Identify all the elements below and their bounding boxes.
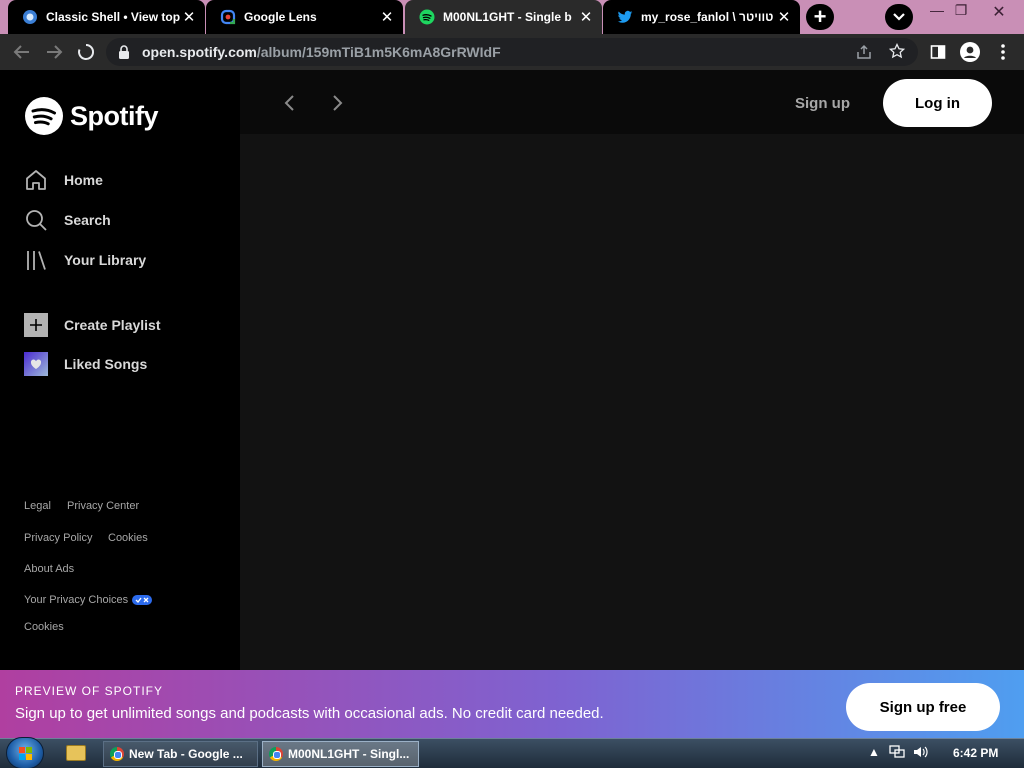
sidebar: Spotify Home Search Your Library Create … — [0, 70, 240, 670]
tab-close-icon[interactable]: ✕ — [181, 8, 197, 26]
tab-search-button[interactable] — [885, 4, 913, 30]
file-explorer-icon[interactable] — [66, 745, 86, 761]
search-icon — [24, 208, 48, 232]
create-playlist-label: Create Playlist — [64, 317, 161, 333]
sign-up-free-button[interactable]: Sign up free — [846, 683, 1000, 731]
nav-label: Your Library — [64, 252, 147, 268]
tab-close-icon[interactable]: ✕ — [776, 8, 792, 26]
preview-banner[interactable]: PREVIEW OF SPOTIFY Sign up to get unlimi… — [0, 670, 1024, 738]
legal-link[interactable]: Legal — [24, 500, 51, 512]
twitter-icon — [617, 9, 633, 25]
arrow-left-icon — [13, 45, 29, 59]
nav-label: Home — [64, 172, 103, 188]
lock-icon — [118, 45, 130, 64]
taskbar: New Tab - Google ... M00NL1GHT - Singl..… — [0, 737, 1024, 768]
taskbar-item-new-tab[interactable]: New Tab - Google ... — [103, 741, 258, 767]
banner-kicker: PREVIEW OF SPOTIFY — [15, 684, 164, 698]
bookmark-star-icon[interactable] — [888, 42, 906, 64]
restore-button[interactable]: ❐ — [946, 2, 976, 19]
side-panel-icon — [930, 45, 946, 59]
chevron-down-icon — [893, 13, 905, 21]
spotify-icon — [419, 9, 435, 25]
new-tab-button[interactable]: + — [806, 4, 834, 30]
tab-title: Google Lens — [244, 10, 317, 24]
screen: Classic Shell • View top ✕ Google Lens ✕… — [0, 0, 1024, 768]
windows-logo-icon — [19, 747, 32, 760]
url-path: /album/159mTiB1m5K6mA8GrRWIdF — [256, 44, 501, 60]
privacy-choices-label: Your Privacy Choices — [24, 594, 129, 606]
tab-moonlight[interactable]: M00NL1GHT - Single b ✕ — [405, 0, 602, 34]
share-icon[interactable] — [856, 44, 872, 65]
heart-icon — [24, 352, 48, 376]
address-bar[interactable]: open.spotify.com/album/159mTiB1m5K6mA8Gr… — [106, 38, 918, 66]
google-lens-icon — [220, 9, 236, 25]
liked-songs-button[interactable]: Liked Songs — [24, 351, 147, 377]
network-icon[interactable] — [889, 745, 905, 762]
stop-loading-button[interactable] — [76, 42, 96, 62]
banner-message: Sign up to get unlimited songs and podca… — [15, 705, 604, 722]
avatar-icon — [960, 42, 980, 62]
kebab-menu-icon — [1001, 44, 1005, 60]
log-in-button[interactable]: Log in — [883, 79, 992, 127]
clock[interactable]: 6:42 PM — [953, 746, 998, 760]
chrome-icon — [110, 747, 124, 761]
plus-icon — [24, 313, 48, 337]
privacy-center-link[interactable]: Privacy Center — [67, 500, 139, 512]
taskbar-item-title: M00NL1GHT - Singl... — [288, 747, 410, 761]
home-icon — [24, 168, 48, 192]
classic-shell-icon — [22, 9, 38, 25]
liked-songs-label: Liked Songs — [64, 356, 148, 372]
close-window-button[interactable]: ✕ — [984, 2, 1014, 22]
nav-library[interactable]: Your Library — [24, 247, 146, 273]
profile-button[interactable] — [960, 42, 980, 62]
tab-close-icon[interactable]: ✕ — [578, 8, 594, 26]
library-icon — [24, 248, 48, 272]
taskbar-item-title: New Tab - Google ... — [129, 747, 243, 761]
privacy-policy-link[interactable]: Privacy Policy — [24, 532, 92, 544]
loading-spinner-icon — [78, 43, 95, 60]
privacy-choices-toggle-icon — [132, 595, 153, 606]
cookies-link[interactable]: Cookies — [108, 532, 148, 544]
chevron-left-icon — [284, 95, 294, 111]
back-button[interactable] — [12, 42, 32, 62]
nav-search[interactable]: Search — [24, 207, 111, 233]
sign-up-link[interactable]: Sign up — [795, 95, 850, 112]
arrow-right-icon — [47, 45, 63, 59]
about-ads-link[interactable]: About Ads — [24, 563, 74, 575]
forward-button[interactable] — [44, 42, 64, 62]
side-panel-button[interactable] — [928, 42, 948, 62]
go-back-button[interactable] — [273, 90, 305, 116]
tab-title: M00NL1GHT - Single b — [443, 10, 572, 24]
tab-google-lens[interactable]: Google Lens ✕ — [206, 0, 403, 34]
spotify-logo[interactable]: Spotify — [24, 96, 159, 136]
url-text: open.spotify.com/album/159mTiB1m5K6mA8Gr… — [142, 44, 501, 60]
brand-name: Spotify — [70, 100, 159, 131]
tab-classic-shell[interactable]: Classic Shell • View top ✕ — [8, 0, 205, 34]
tab-twitter[interactable]: my_rose_fanlol \ טוויטר ✕ — [603, 0, 800, 34]
cookies-link-secondary[interactable]: Cookies — [24, 621, 64, 633]
browser-menu-button[interactable] — [993, 42, 1013, 62]
url-host: open.spotify.com — [142, 44, 257, 60]
nav-label: Search — [64, 212, 111, 228]
top-bar: Sign up Log in — [240, 70, 1024, 134]
spotify-logo-icon — [25, 97, 63, 135]
browser-toolbar: open.spotify.com/album/159mTiB1m5K6mA8Gr… — [0, 34, 1024, 70]
privacy-choices-link[interactable]: Your Privacy Choices — [24, 594, 153, 606]
tab-title: Classic Shell • View top — [46, 10, 181, 24]
create-playlist-button[interactable]: Create Playlist — [24, 312, 161, 338]
nav-home[interactable]: Home — [24, 167, 103, 193]
volume-icon[interactable] — [913, 745, 929, 762]
start-button[interactable] — [6, 737, 44, 768]
taskbar-item-moonlight[interactable]: M00NL1GHT - Singl... — [262, 741, 419, 767]
tab-strip: Classic Shell • View top ✕ Google Lens ✕… — [0, 0, 1024, 34]
tab-close-icon[interactable]: ✕ — [379, 8, 395, 26]
chevron-right-icon — [333, 95, 343, 111]
tab-title: my_rose_fanlol \ טוויטר — [641, 10, 774, 24]
main-content: Sign up Log in — [240, 70, 1024, 670]
show-hidden-icons-icon[interactable]: ▲ — [868, 745, 880, 759]
go-forward-button[interactable] — [322, 90, 354, 116]
chrome-icon — [269, 747, 283, 761]
